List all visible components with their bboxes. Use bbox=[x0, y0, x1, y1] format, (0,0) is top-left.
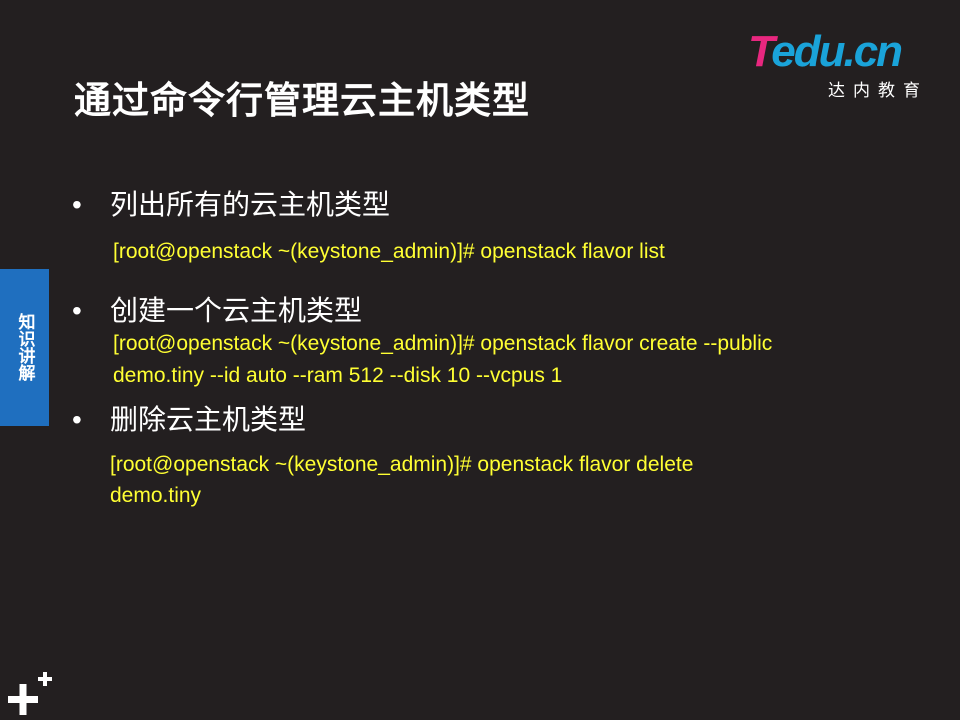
logo-brand-t: T bbox=[748, 27, 773, 76]
bullet-item-create: • 创建一个云主机类型 bbox=[72, 289, 362, 329]
bullet-heading: 删除云主机类型 bbox=[110, 404, 307, 435]
side-tab-label: 知识讲解 bbox=[15, 313, 35, 381]
command-line: demo.tiny --id auto --ram 512 --disk 10 … bbox=[113, 364, 563, 387]
plus-icon bbox=[8, 672, 52, 715]
command-line: [root@openstack ~(keystone_admin)]# open… bbox=[110, 453, 694, 476]
logo-subtitle: 达内教育 bbox=[828, 81, 928, 100]
bullet-dot: • bbox=[72, 295, 82, 326]
bullet-heading: 列出所有的云主机类型 bbox=[110, 189, 391, 220]
tedu-logo: Tedu.cn 达内教育 bbox=[748, 27, 933, 101]
bullet-heading: 创建一个云主机类型 bbox=[110, 295, 363, 326]
bullet-dot: • bbox=[72, 404, 82, 435]
bullet-item-list: • 列出所有的云主机类型 bbox=[72, 183, 390, 223]
command-line: [root@openstack ~(keystone_admin)]# open… bbox=[113, 332, 773, 355]
command-line: demo.tiny bbox=[110, 484, 202, 507]
slide-title: 通过命令行管理云主机类型 bbox=[74, 80, 530, 121]
logo-brand-rest: edu.cn bbox=[771, 27, 903, 76]
slide: 通过命令行管理云主机类型 Tedu.cn 达内教育 知识讲解 • 列出所有的云主机… bbox=[0, 0, 960, 720]
bullet-dot: • bbox=[72, 189, 82, 220]
logo-brand: Tedu.cn bbox=[748, 27, 903, 76]
side-tab: 知识讲解 bbox=[0, 269, 49, 426]
bullet-item-delete: • 删除云主机类型 bbox=[72, 398, 306, 438]
command-line: [root@openstack ~(keystone_admin)]# open… bbox=[113, 240, 665, 263]
